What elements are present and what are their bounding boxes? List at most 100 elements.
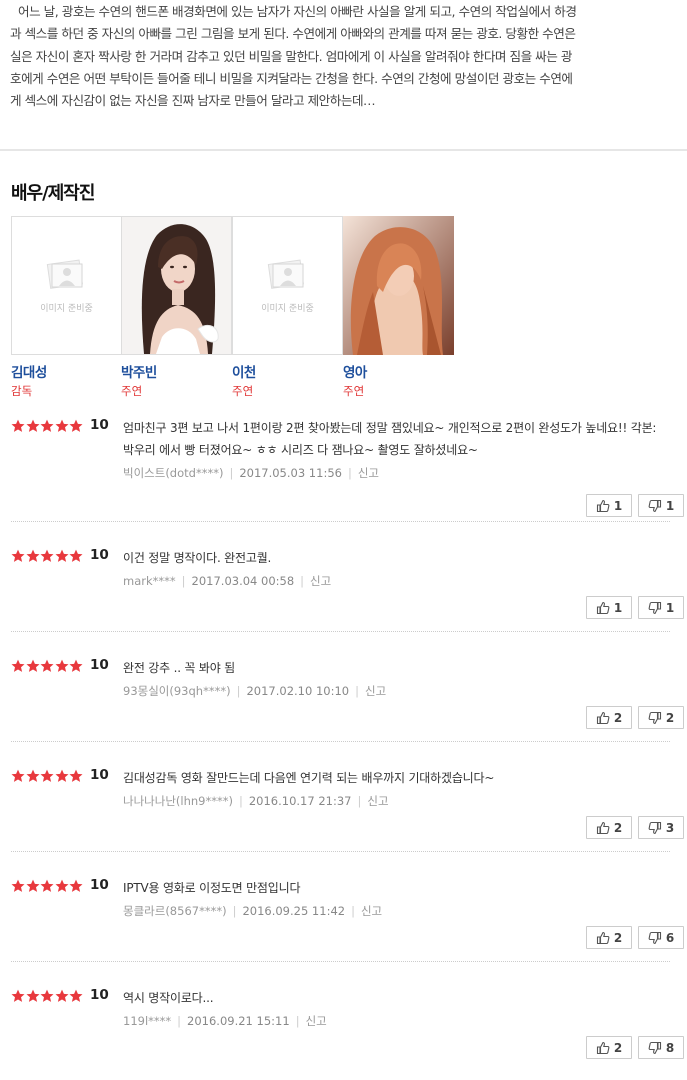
meta-divider: |	[357, 794, 362, 808]
image-placeholder-icon	[267, 259, 304, 289]
like-button[interactable]: 2	[586, 926, 632, 949]
review-meta: 93몽실이(93qh****) | 2017.02.10 10:10 | 신고	[123, 683, 386, 699]
report-link[interactable]: 신고	[310, 574, 331, 588]
star-icon	[40, 419, 54, 432]
rating-stars	[11, 419, 84, 433]
meta-divider: |	[347, 466, 352, 480]
cast-role: 주연	[343, 384, 365, 398]
star-icon	[69, 989, 83, 1002]
rating-score: 10	[90, 657, 109, 673]
cast-photo-placeholder[interactable]: 이미지 준비중	[11, 216, 122, 355]
like-button[interactable]: 1	[586, 596, 632, 619]
vote-buttons: 28	[586, 1036, 684, 1059]
cast-name[interactable]: 박주빈	[121, 361, 232, 381]
cast-photo[interactable]	[121, 216, 232, 355]
review-user[interactable]: 빅이스트(dotd****)	[123, 466, 223, 480]
like-button[interactable]: 2	[586, 816, 632, 839]
actor-portrait-image	[122, 217, 231, 354]
rating-score: 10	[90, 417, 109, 433]
like-button[interactable]: 2	[586, 706, 632, 729]
review-separator	[11, 961, 670, 962]
review-user[interactable]: 93몽실이(93qh****)	[123, 684, 231, 698]
dislike-button[interactable]: 1	[638, 596, 684, 619]
star-icon	[69, 419, 83, 432]
review-date: 2017.03.04 00:58	[191, 574, 295, 588]
star-icon	[11, 989, 25, 1002]
review-separator	[11, 631, 670, 632]
like-button[interactable]: 2	[586, 1036, 632, 1059]
review-user[interactable]: 119l****	[123, 1014, 171, 1028]
cast-name[interactable]: 영아	[343, 361, 454, 381]
meta-divider: |	[300, 574, 305, 588]
report-link[interactable]: 신고	[358, 466, 379, 480]
report-link[interactable]: 신고	[367, 794, 388, 808]
like-count: 1	[613, 600, 623, 615]
star-icon	[55, 549, 69, 562]
star-icon	[26, 659, 40, 672]
like-count: 2	[613, 1040, 623, 1055]
review-text: 엄마친구 3편 보고 나서 1편이랑 2편 찾아봤는데 정말 잼있네요~ 개인적…	[123, 421, 657, 457]
dislike-button[interactable]: 8	[638, 1036, 684, 1059]
meta-divider: |	[238, 794, 243, 808]
star-icon	[55, 769, 69, 782]
cast-member[interactable]: 영아 주연	[343, 216, 454, 399]
review-text: 역시 명작이로다...	[123, 991, 214, 1005]
star-icon	[26, 419, 40, 432]
cast-photo[interactable]	[343, 216, 454, 355]
thumbs-down-icon	[648, 601, 661, 614]
thumbs-down-icon	[648, 499, 661, 512]
star-icon	[26, 549, 40, 562]
cast-member[interactable]: 박주빈 주연	[121, 216, 232, 399]
cast-member[interactable]: 이미지 준비중 김대성 감독	[11, 216, 122, 399]
cast-member[interactable]: 이미지 준비중 이천 주연	[232, 216, 343, 399]
star-icon	[11, 659, 25, 672]
review-meta: 나나나나난(lhn9****) | 2016.10.17 21:37 | 신고	[123, 793, 389, 809]
review-text: 김대성감독 영화 잘만드는데 다음엔 연기력 되는 배우까지 기대하겠습니다~	[123, 771, 495, 785]
cast-role: 주연	[121, 384, 143, 398]
review-text: 완전 강추 .. 꼭 봐야 됨	[123, 661, 236, 675]
rating-score: 10	[90, 877, 109, 893]
report-link[interactable]: 신고	[306, 1014, 327, 1028]
dislike-button[interactable]: 3	[638, 816, 684, 839]
report-link[interactable]: 신고	[361, 904, 382, 918]
report-link[interactable]: 신고	[365, 684, 386, 698]
dislike-count: 2	[665, 710, 675, 725]
star-icon	[69, 659, 83, 672]
review-date: 2017.05.03 11:56	[239, 466, 342, 480]
review-meta: mark**** | 2017.03.04 00:58 | 신고	[123, 573, 331, 589]
review-date: 2016.10.17 21:37	[248, 794, 352, 808]
review-meta: 몽클라르(8567****) | 2016.09.25 11:42 | 신고	[123, 903, 382, 919]
dislike-button[interactable]: 6	[638, 926, 684, 949]
dislike-button[interactable]: 1	[638, 494, 684, 517]
thumbs-down-icon	[648, 1041, 661, 1054]
star-icon	[11, 769, 25, 782]
review-text: IPTV용 영화로 이정도면 만점입니다	[123, 881, 301, 895]
cast-role: 감독	[11, 384, 33, 398]
cast-name[interactable]: 김대성	[11, 361, 122, 381]
review-user[interactable]: 몽클라르(8567****)	[123, 904, 227, 918]
dislike-count: 6	[665, 930, 675, 945]
meta-divider: |	[229, 466, 234, 480]
star-icon	[40, 769, 54, 782]
star-icon	[26, 769, 40, 782]
meta-divider: |	[177, 1014, 182, 1028]
star-icon	[55, 659, 69, 672]
rating-stars	[11, 989, 84, 1003]
placeholder-text: 이미지 준비중	[261, 304, 314, 314]
review-user[interactable]: 나나나나난(lhn9****)	[123, 794, 233, 808]
like-button[interactable]: 1	[586, 494, 632, 517]
cast-photo-placeholder[interactable]: 이미지 준비중	[232, 216, 343, 355]
star-icon	[11, 549, 25, 562]
dislike-button[interactable]: 2	[638, 706, 684, 729]
review-user[interactable]: mark****	[123, 574, 176, 588]
meta-divider: |	[236, 684, 241, 698]
cast-name[interactable]: 이천	[232, 361, 343, 381]
synopsis: 어느 날, 광호는 수연의 핸드폰 배경화면에 있는 남자가 자신의 아빠란 사…	[10, 0, 678, 112]
review-separator	[11, 521, 670, 522]
meta-divider: |	[351, 904, 355, 918]
like-count: 2	[613, 820, 623, 835]
star-icon	[55, 419, 69, 432]
synopsis-line: 어느 날, 광호는 수연의 핸드폰 배경화면에 있는 남자가 자신의 아빠란 사…	[18, 4, 577, 19]
star-icon	[40, 659, 54, 672]
rating-score: 10	[90, 987, 109, 1003]
